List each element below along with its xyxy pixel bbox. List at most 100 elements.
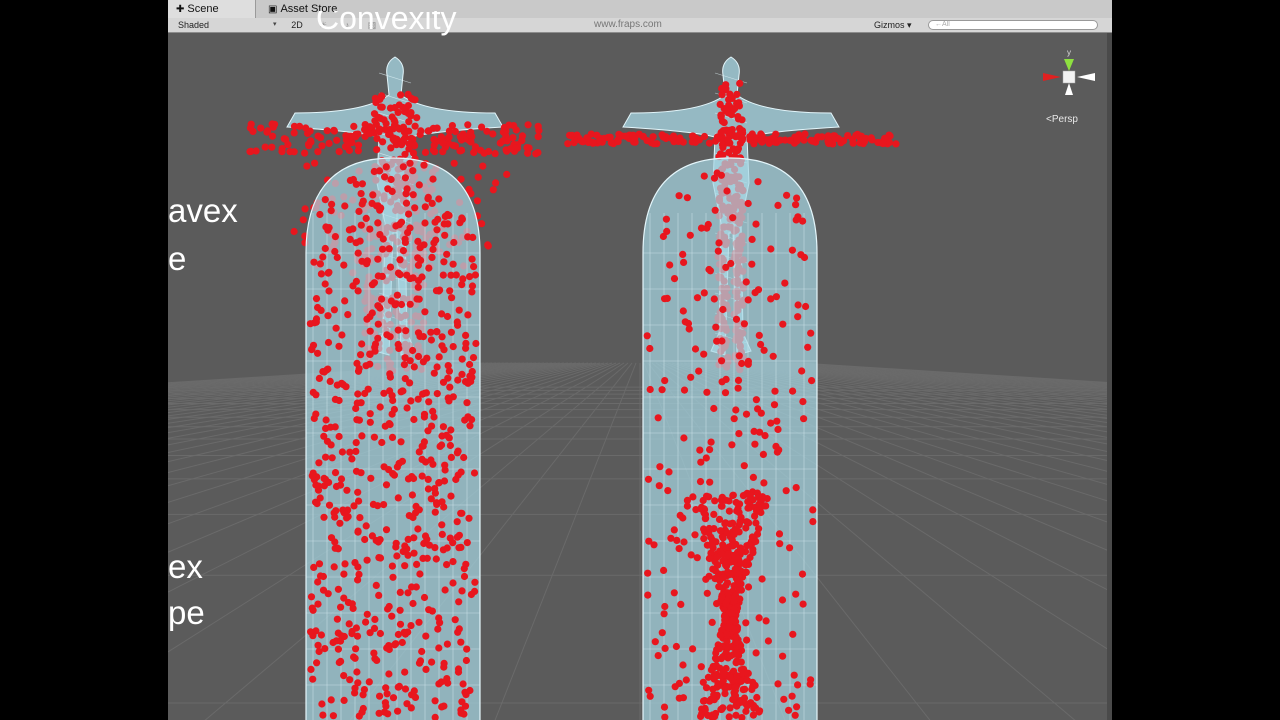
point-marker <box>313 659 321 667</box>
point-marker <box>471 578 479 586</box>
point-marker <box>445 367 453 375</box>
point-marker <box>716 100 724 108</box>
point-marker <box>458 370 466 378</box>
point-marker <box>676 135 684 143</box>
point-marker <box>719 574 727 582</box>
point-marker <box>358 180 366 188</box>
point-marker <box>680 538 688 546</box>
point-marker <box>346 676 354 684</box>
point-marker <box>679 661 687 669</box>
projection-toggle[interactable]: <Persp <box>1046 114 1078 125</box>
point-marker <box>333 136 341 144</box>
point-marker <box>593 131 601 139</box>
point-marker <box>397 91 405 99</box>
point-marker <box>396 256 404 264</box>
point-marker <box>718 593 726 601</box>
point-marker <box>686 231 694 239</box>
point-marker <box>458 355 466 363</box>
point-marker <box>718 91 726 99</box>
point-marker <box>430 141 438 149</box>
point-marker <box>447 453 455 461</box>
point-marker <box>381 699 389 707</box>
point-marker <box>757 340 765 349</box>
point-marker <box>713 553 721 561</box>
grid-line <box>787 362 1112 386</box>
point-marker <box>359 704 367 713</box>
tab-scene[interactable]: ✚ Scene <box>168 0 256 18</box>
point-marker <box>334 545 342 553</box>
point-marker <box>446 383 454 391</box>
point-marker <box>393 291 401 299</box>
scene-viewport[interactable]: y <box>168 33 1112 720</box>
point-marker <box>386 373 394 381</box>
point-marker <box>341 560 349 568</box>
point-marker <box>732 406 740 414</box>
point-marker <box>778 596 787 604</box>
point-marker <box>290 148 298 156</box>
point-marker <box>320 432 328 440</box>
point-marker <box>398 387 406 395</box>
toggle-2d-button[interactable]: 2D <box>286 18 308 32</box>
point-marker <box>324 590 332 598</box>
point-marker <box>326 377 334 385</box>
point-marker <box>401 235 409 243</box>
point-marker <box>489 130 497 138</box>
point-marker <box>307 593 316 601</box>
point-marker <box>440 702 448 710</box>
point-marker <box>734 384 742 392</box>
point-marker <box>697 503 706 511</box>
point-marker <box>447 426 455 434</box>
axis-x-cone-icon[interactable] <box>1043 73 1061 81</box>
scene-scrollbar[interactable] <box>1107 33 1112 720</box>
search-input[interactable]: ←All <box>928 20 1098 30</box>
scene-window: ✚ Scene ▣ Asset Store Shaded ▾ 2D ☀ ♪ ▨ ww… <box>168 0 1112 720</box>
point-marker <box>340 632 348 641</box>
point-marker <box>366 418 374 426</box>
axis-y-cone-icon[interactable] <box>1064 59 1074 71</box>
gizmo-center-cube[interactable] <box>1062 70 1076 84</box>
point-marker <box>474 173 482 181</box>
point-marker <box>721 616 729 624</box>
point-marker <box>793 703 801 711</box>
point-marker <box>774 680 782 688</box>
point-marker <box>742 568 750 577</box>
point-marker <box>745 541 753 549</box>
point-marker <box>435 614 443 622</box>
point-marker <box>492 179 500 187</box>
orientation-gizmo[interactable]: y <box>1043 48 1095 95</box>
point-marker <box>753 507 761 515</box>
point-marker <box>363 556 371 564</box>
point-marker <box>396 606 404 614</box>
point-marker <box>468 367 476 376</box>
point-marker <box>738 116 746 124</box>
point-marker <box>317 270 325 278</box>
point-marker <box>589 138 597 146</box>
point-marker <box>700 289 708 297</box>
point-marker <box>346 448 354 456</box>
point-marker <box>324 226 332 234</box>
point-marker <box>385 602 393 611</box>
point-marker <box>327 207 335 215</box>
point-marker <box>723 529 731 537</box>
point-marker <box>308 604 316 612</box>
point-marker <box>301 149 309 157</box>
point-marker <box>718 84 726 93</box>
draw-mode-dropdown[interactable]: Shaded ▾ <box>178 18 278 32</box>
point-marker <box>316 494 324 502</box>
point-marker <box>774 425 782 433</box>
point-marker <box>709 538 717 546</box>
axis-negx-cone-icon[interactable] <box>1077 73 1095 81</box>
point-marker <box>414 352 423 361</box>
gizmos-dropdown[interactable]: Gizmos ▾ <box>874 18 920 32</box>
point-marker <box>457 638 465 646</box>
point-marker <box>314 641 322 649</box>
point-marker <box>414 395 422 403</box>
point-marker <box>651 638 659 646</box>
point-marker <box>382 684 390 692</box>
point-marker <box>316 260 324 268</box>
point-marker <box>434 215 442 223</box>
point-marker <box>422 665 430 674</box>
point-marker <box>441 231 449 239</box>
axis-negy-cone-icon[interactable] <box>1065 83 1073 95</box>
point-marker <box>660 566 668 575</box>
